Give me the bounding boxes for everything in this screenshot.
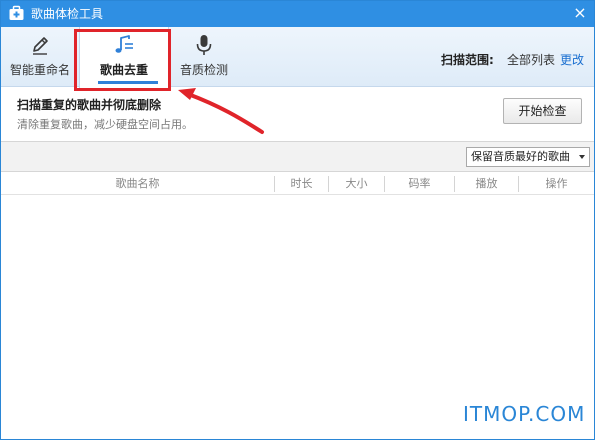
title-bar: 歌曲体检工具 ×: [1, 1, 594, 27]
table-header: 歌曲名称 时长 大小 码率 播放 操作: [1, 173, 594, 195]
start-check-button[interactable]: 开始检查: [503, 98, 582, 124]
tab-quality-check[interactable]: 音质检测: [175, 27, 233, 87]
tab-label: 音质检测: [179, 63, 228, 77]
watermark: ITMOP.COM: [463, 402, 586, 426]
filter-bar: 保留音质最好的歌曲: [1, 141, 594, 172]
app-window: 歌曲体检工具 × 智能重命名 歌曲去重 音质检测 扫描范围: 全部列表 更改 扫…: [0, 0, 595, 440]
microphone-icon: [196, 35, 212, 55]
close-button[interactable]: ×: [570, 3, 590, 23]
tab-smart-rename[interactable]: 智能重命名: [7, 27, 73, 87]
toolbox-icon: [9, 5, 24, 20]
window-title: 歌曲体检工具: [31, 7, 104, 21]
column-header-bitrate[interactable]: 码率: [385, 176, 455, 192]
keep-policy-select[interactable]: 保留音质最好的歌曲: [466, 147, 590, 167]
chevron-down-icon: [579, 155, 585, 159]
column-header-size[interactable]: 大小: [329, 176, 385, 192]
column-header-duration[interactable]: 时长: [275, 176, 329, 192]
section-title: 扫描重复的歌曲并彻底删除: [17, 98, 162, 112]
section-subtitle: 清除重复歌曲，减少硬盘空间占用。: [17, 118, 193, 131]
column-header-song-name[interactable]: 歌曲名称: [1, 176, 275, 192]
pen-icon: [33, 37, 48, 55]
column-header-play[interactable]: 播放: [455, 176, 519, 192]
highlight-annotation-box: [74, 29, 171, 91]
change-scan-range-link[interactable]: 更改: [560, 52, 584, 68]
scan-range-value: 全部列表: [507, 53, 556, 67]
scan-range-label: 扫描范围:: [441, 53, 494, 67]
keep-policy-selected: 保留音质最好的歌曲: [471, 150, 570, 163]
column-header-actions[interactable]: 操作: [519, 176, 594, 192]
tab-label: 智能重命名: [9, 63, 70, 77]
